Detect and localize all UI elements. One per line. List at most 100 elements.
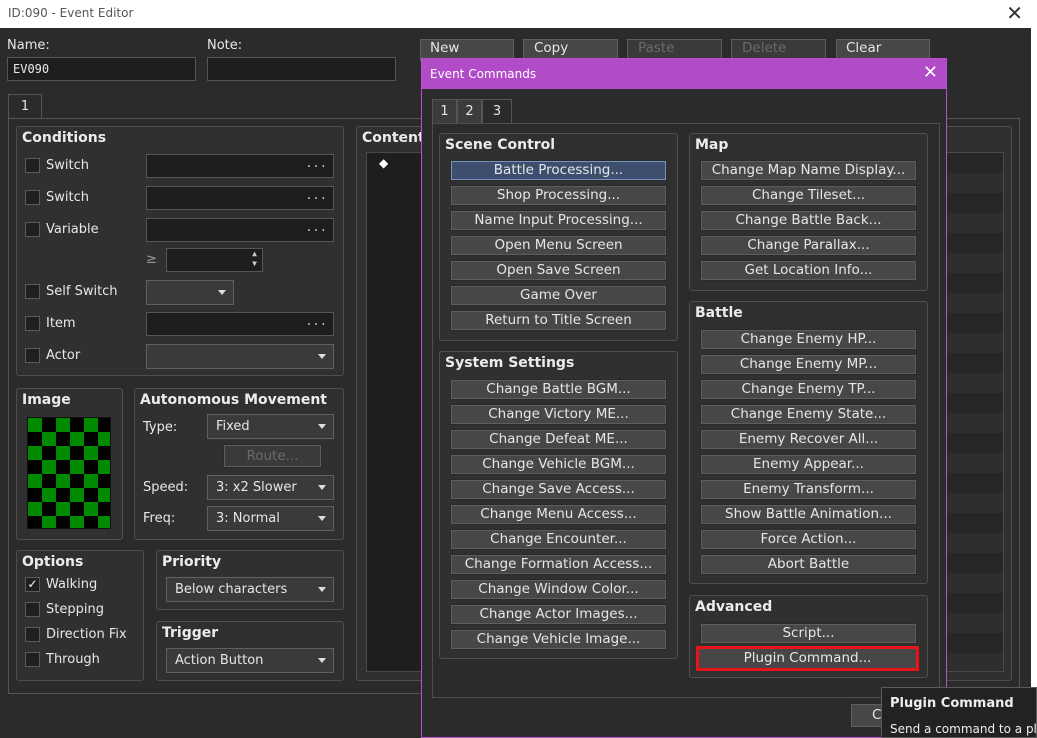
tab-page-1[interactable]: 1 (8, 94, 42, 119)
variable-field[interactable]: ... (146, 218, 334, 242)
battle-command-button[interactable]: Force Action... (700, 529, 917, 550)
system-settings-command-button[interactable]: Change Save Access... (450, 479, 667, 500)
battle-command-button[interactable]: Change Enemy TP... (700, 379, 917, 400)
map-title: Map (695, 137, 729, 153)
freq-value: 3: Normal (216, 511, 280, 526)
item-field[interactable]: ... (146, 312, 334, 336)
chevron-down-icon (318, 424, 326, 429)
battle-command-button[interactable]: Show Battle Animation... (700, 504, 917, 525)
walking-label: Walking (46, 577, 98, 592)
ellipsis-icon[interactable]: ... (305, 314, 327, 328)
map-command-button[interactable]: Change Map Name Display... (700, 160, 917, 181)
trigger-title: Trigger (162, 625, 219, 641)
scene-control-command-button[interactable]: Game Over (450, 285, 667, 306)
system-settings-command-button[interactable]: Change Defeat ME... (450, 429, 667, 450)
map-command-button[interactable]: Change Battle Back... (700, 210, 917, 231)
contents-list[interactable]: ◆ (366, 152, 426, 672)
tooltip-description: Send a command to a plu (890, 722, 1037, 736)
stepping-checkbox[interactable] (25, 602, 40, 617)
system-settings-command-button[interactable]: Change Vehicle BGM... (450, 454, 667, 475)
trigger-combo[interactable]: Action Button (166, 648, 334, 673)
ellipsis-icon[interactable]: ... (305, 156, 327, 170)
variable-checkbox[interactable] (25, 222, 40, 237)
system-settings-command-button[interactable]: Change Encounter... (450, 529, 667, 550)
conditions-title: Conditions (22, 130, 107, 146)
type-value: Fixed (216, 419, 250, 434)
freq-combo[interactable]: 3: Normal (207, 506, 334, 531)
actor-checkbox[interactable] (25, 348, 40, 363)
dialog-tab-2[interactable]: 2 (457, 99, 482, 124)
chevron-down-icon (318, 587, 326, 592)
map-command-button[interactable]: Change Tileset... (700, 185, 917, 206)
battle-title: Battle (695, 305, 743, 321)
ellipsis-icon[interactable]: ... (305, 220, 327, 234)
system-settings-command-button[interactable]: Change Vehicle Image... (450, 629, 667, 650)
battle-command-button[interactable]: Enemy Recover All... (700, 429, 917, 450)
scene-control-command-button[interactable]: Open Menu Screen (450, 235, 667, 256)
scene-control-command-button[interactable]: Battle Processing... (450, 160, 667, 181)
name-field[interactable]: EV090 (7, 57, 196, 81)
scene-control-command-button[interactable]: Return to Title Screen (450, 310, 667, 331)
note-field[interactable] (207, 57, 396, 81)
trigger-value: Action Button (175, 653, 264, 668)
tooltip-title: Plugin Command (890, 696, 1014, 711)
system-settings-command-button[interactable]: Change Actor Images... (450, 604, 667, 625)
dialog-titlebar: Event Commands ✕ (422, 59, 946, 89)
battle-command-button[interactable]: Enemy Transform... (700, 479, 917, 500)
direction-fix-checkbox[interactable] (25, 627, 40, 642)
dialog-tab-3[interactable]: 3 (482, 99, 512, 124)
window-titlebar: ID:090 - Event Editor ✕ (0, 0, 1037, 28)
route-button[interactable]: Route... (223, 444, 322, 468)
system-settings-title: System Settings (445, 355, 575, 371)
chevron-down-icon (318, 354, 326, 359)
chevron-down-icon (318, 658, 326, 663)
scene-control-command-button[interactable]: Name Input Processing... (450, 210, 667, 231)
variable-value-spinner[interactable]: ▲ ▼ (166, 248, 263, 272)
actor-label: Actor (46, 348, 81, 363)
contents-list-right[interactable] (946, 152, 1004, 672)
battle-command-button[interactable]: Change Enemy MP... (700, 354, 917, 375)
event-commands-dialog: Event Commands ✕ 1 2 3 Scene Control Bat… (421, 58, 947, 738)
scene-control-command-button[interactable]: Shop Processing... (450, 185, 667, 206)
switch1-checkbox[interactable] (25, 158, 40, 173)
ge-symbol: ≥ (146, 252, 157, 267)
system-settings-command-button[interactable]: Change Menu Access... (450, 504, 667, 525)
spinner-arrows-icon[interactable]: ▲ ▼ (252, 249, 257, 269)
system-settings-command-button[interactable]: Change Victory ME... (450, 404, 667, 425)
scene-control-command-button[interactable]: Open Save Screen (450, 260, 667, 281)
ellipsis-icon[interactable]: ... (305, 188, 327, 202)
self-switch-combo[interactable] (146, 280, 234, 305)
map-command-button[interactable]: Change Parallax... (700, 235, 917, 256)
window-close-icon[interactable]: ✕ (1006, 1, 1023, 25)
switch1-field[interactable]: ... (146, 154, 334, 178)
self-switch-checkbox[interactable] (25, 284, 40, 299)
item-checkbox[interactable] (25, 316, 40, 331)
stepping-label: Stepping (46, 602, 104, 617)
priority-combo[interactable]: Below characters (166, 577, 334, 602)
advanced-command-button[interactable]: Plugin Command... (696, 646, 919, 671)
walking-checkbox[interactable]: ✓ (25, 577, 40, 592)
speed-combo[interactable]: 3: x2 Slower (207, 475, 334, 500)
event-image-preview[interactable] (27, 417, 111, 529)
switch2-checkbox[interactable] (25, 190, 40, 205)
system-settings-command-button[interactable]: Change Battle BGM... (450, 379, 667, 400)
direction-fix-label: Direction Fix (46, 627, 127, 642)
switch2-field[interactable]: ... (146, 186, 334, 210)
dialog-close-icon[interactable]: ✕ (923, 62, 938, 83)
system-settings-command-button[interactable]: Change Window Color... (450, 579, 667, 600)
system-settings-command-button[interactable]: Change Formation Access... (450, 554, 667, 575)
type-combo[interactable]: Fixed (207, 414, 334, 439)
battle-command-button[interactable]: Change Enemy State... (700, 404, 917, 425)
battle-command-button[interactable]: Change Enemy HP... (700, 329, 917, 350)
chevron-down-icon (218, 290, 226, 295)
battle-command-button[interactable]: Enemy Appear... (700, 454, 917, 475)
map-command-button[interactable]: Get Location Info... (700, 260, 917, 281)
item-label: Item (46, 316, 76, 331)
advanced-command-button[interactable]: Script... (700, 623, 917, 644)
actor-combo[interactable] (146, 344, 334, 369)
dialog-tab-1[interactable]: 1 (432, 99, 457, 124)
dialog-title: Event Commands (430, 67, 537, 81)
battle-command-button[interactable]: Abort Battle (700, 554, 917, 575)
plugin-command-tooltip: Plugin Command Send a command to a plu (881, 687, 1037, 738)
through-checkbox[interactable] (25, 652, 40, 667)
